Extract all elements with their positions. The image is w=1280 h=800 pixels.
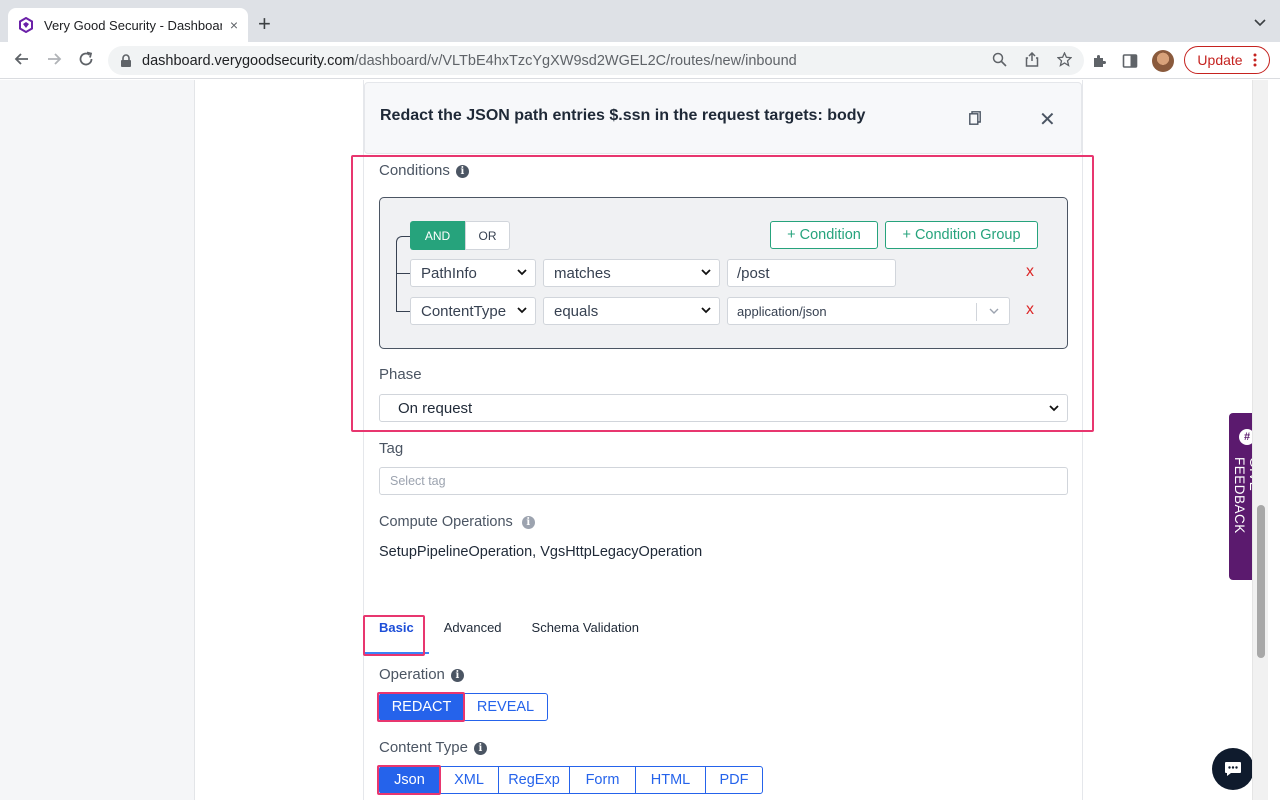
share-icon[interactable] xyxy=(1025,52,1039,67)
add-condition-button[interactable]: + Condition xyxy=(770,221,878,249)
content-type-xml-button[interactable]: XML xyxy=(439,766,499,794)
condition-value-input[interactable]: /post xyxy=(727,259,896,287)
forward-arrow-icon[interactable] xyxy=(45,50,63,72)
bookmark-star-icon[interactable] xyxy=(1057,52,1072,67)
compute-operations-label: Compute Operations xyxy=(379,514,513,530)
chat-button[interactable] xyxy=(1212,748,1254,790)
copy-icon[interactable] xyxy=(969,111,981,125)
tag-label: Tag xyxy=(379,440,404,457)
content-type-combobox[interactable]: application/json xyxy=(727,297,1010,325)
content-type-label: Content Type xyxy=(379,739,468,756)
condition-value: application/json xyxy=(737,303,827,319)
route-filter-panel: Redact the JSON path entries $.ssn in th… xyxy=(351,80,1094,800)
tab-basic[interactable]: Basic xyxy=(364,616,429,654)
condition-operator-select[interactable]: matches xyxy=(543,259,720,287)
main-content: Redact the JSON path entries $.ssn in th… xyxy=(195,80,1265,800)
tab-schema-validation[interactable]: Schema Validation xyxy=(517,616,654,654)
content-type-regexp-button[interactable]: RegExp xyxy=(498,766,570,794)
tab-close-icon[interactable]: × xyxy=(230,17,238,33)
page-viewport: Redact the JSON path entries $.ssn in th… xyxy=(0,80,1280,800)
tab-advanced[interactable]: Advanced xyxy=(429,616,517,654)
vgs-logo-icon xyxy=(19,17,33,33)
tag-select[interactable]: Select tag xyxy=(379,467,1068,495)
chat-icon xyxy=(1225,762,1241,776)
profile-avatar[interactable] xyxy=(1152,50,1174,72)
compute-operations-value: SetupPipelineOperation, VgsHttpLegacyOpe… xyxy=(379,544,703,560)
content-type-label-row: Content Type i xyxy=(379,739,487,756)
new-tab-button[interactable]: + xyxy=(258,12,271,36)
extensions-puzzle-icon[interactable] xyxy=(1092,53,1108,69)
operation-label-row: Operation i xyxy=(379,666,464,683)
chevron-down-icon xyxy=(517,269,527,276)
chevron-down-icon xyxy=(989,308,999,314)
reveal-button[interactable]: REVEAL xyxy=(463,693,548,721)
operation-label: Operation xyxy=(379,666,445,683)
browser-toolbar: dashboard.verygoodsecurity.com/dashboard… xyxy=(0,42,1280,79)
content-type-html-button[interactable]: HTML xyxy=(635,766,706,794)
content-type-toggle: Json XML RegExp Form HTML PDF xyxy=(379,766,763,794)
panel-header: Redact the JSON path entries $.ssn in th… xyxy=(364,82,1082,154)
conditions-builder: AND OR + Condition + Condition Group Pat… xyxy=(379,197,1068,349)
content-type-json-button[interactable]: Json xyxy=(379,766,440,794)
more-vertical-icon xyxy=(1253,53,1257,67)
address-bar[interactable]: dashboard.verygoodsecurity.com/dashboard… xyxy=(108,46,1084,75)
browser-tab[interactable]: Very Good Security - Dashboard × xyxy=(8,8,248,42)
chevron-down-icon xyxy=(1049,405,1059,412)
info-icon[interactable]: i xyxy=(455,165,469,178)
url-text: dashboard.verygoodsecurity.com/dashboard… xyxy=(142,53,797,69)
or-button[interactable]: OR xyxy=(465,221,510,250)
condition-field-select[interactable]: PathInfo xyxy=(410,259,536,287)
update-label: Update xyxy=(1197,52,1243,68)
conditions-label: Conditions xyxy=(379,162,450,179)
conditions-label-row: Conditions i xyxy=(379,162,469,179)
panel-title: Redact the JSON path entries $.ssn in th… xyxy=(380,107,866,124)
browser-tabstrip: Very Good Security - Dashboard × + xyxy=(0,0,1280,42)
phase-value: On request xyxy=(398,399,473,417)
condition-operator-value: matches xyxy=(554,264,611,282)
tab-title: Very Good Security - Dashboard xyxy=(44,17,222,33)
info-icon[interactable]: i xyxy=(473,742,487,755)
compute-operations-label-row: Compute Operations i xyxy=(379,514,535,530)
url-path: /dashboard/v/VLTbE4hxTzcYgXW9sd2WGEL2C/r… xyxy=(354,52,797,69)
add-condition-group-button[interactable]: + Condition Group xyxy=(885,221,1038,249)
lock-icon xyxy=(121,53,131,67)
info-icon[interactable]: i xyxy=(521,516,535,529)
update-button[interactable]: Update xyxy=(1184,46,1270,74)
side-panel-icon[interactable] xyxy=(1122,53,1138,69)
content-type-pdf-button[interactable]: PDF xyxy=(705,766,763,794)
info-icon[interactable]: i xyxy=(450,669,464,682)
config-tabs: Basic Advanced Schema Validation xyxy=(364,616,654,654)
condition-field-value: ContentType xyxy=(421,302,507,320)
condition-operator-select[interactable]: equals xyxy=(543,297,720,325)
redact-button[interactable]: REDACT xyxy=(379,693,464,721)
and-button[interactable]: AND xyxy=(410,221,465,250)
phase-label: Phase xyxy=(379,366,422,383)
phase-select[interactable]: On request xyxy=(379,394,1068,422)
chevron-down-icon xyxy=(517,307,527,314)
chevron-down-icon xyxy=(701,269,711,276)
condition-field-value: PathInfo xyxy=(421,264,477,282)
remove-condition-icon[interactable]: x xyxy=(1026,263,1034,281)
operation-toggle: REDACT REVEAL xyxy=(379,693,548,721)
condition-field-select[interactable]: ContentType xyxy=(410,297,536,325)
content-type-form-button[interactable]: Form xyxy=(569,766,636,794)
chevron-down-icon xyxy=(701,307,711,314)
and-or-toggle: AND OR xyxy=(410,221,510,250)
back-arrow-icon[interactable] xyxy=(13,50,31,72)
tab-search-chevron-icon[interactable] xyxy=(1254,14,1266,30)
condition-operator-value: equals xyxy=(554,302,599,320)
close-icon[interactable]: ✕ xyxy=(1039,107,1056,132)
reload-icon[interactable] xyxy=(77,50,95,72)
url-host: dashboard.verygoodsecurity.com xyxy=(142,52,355,69)
page-scrollbar[interactable] xyxy=(1252,80,1268,800)
remove-condition-icon[interactable]: x xyxy=(1026,301,1034,319)
zoom-icon[interactable] xyxy=(992,52,1007,67)
scrollbar-thumb[interactable] xyxy=(1257,505,1265,658)
